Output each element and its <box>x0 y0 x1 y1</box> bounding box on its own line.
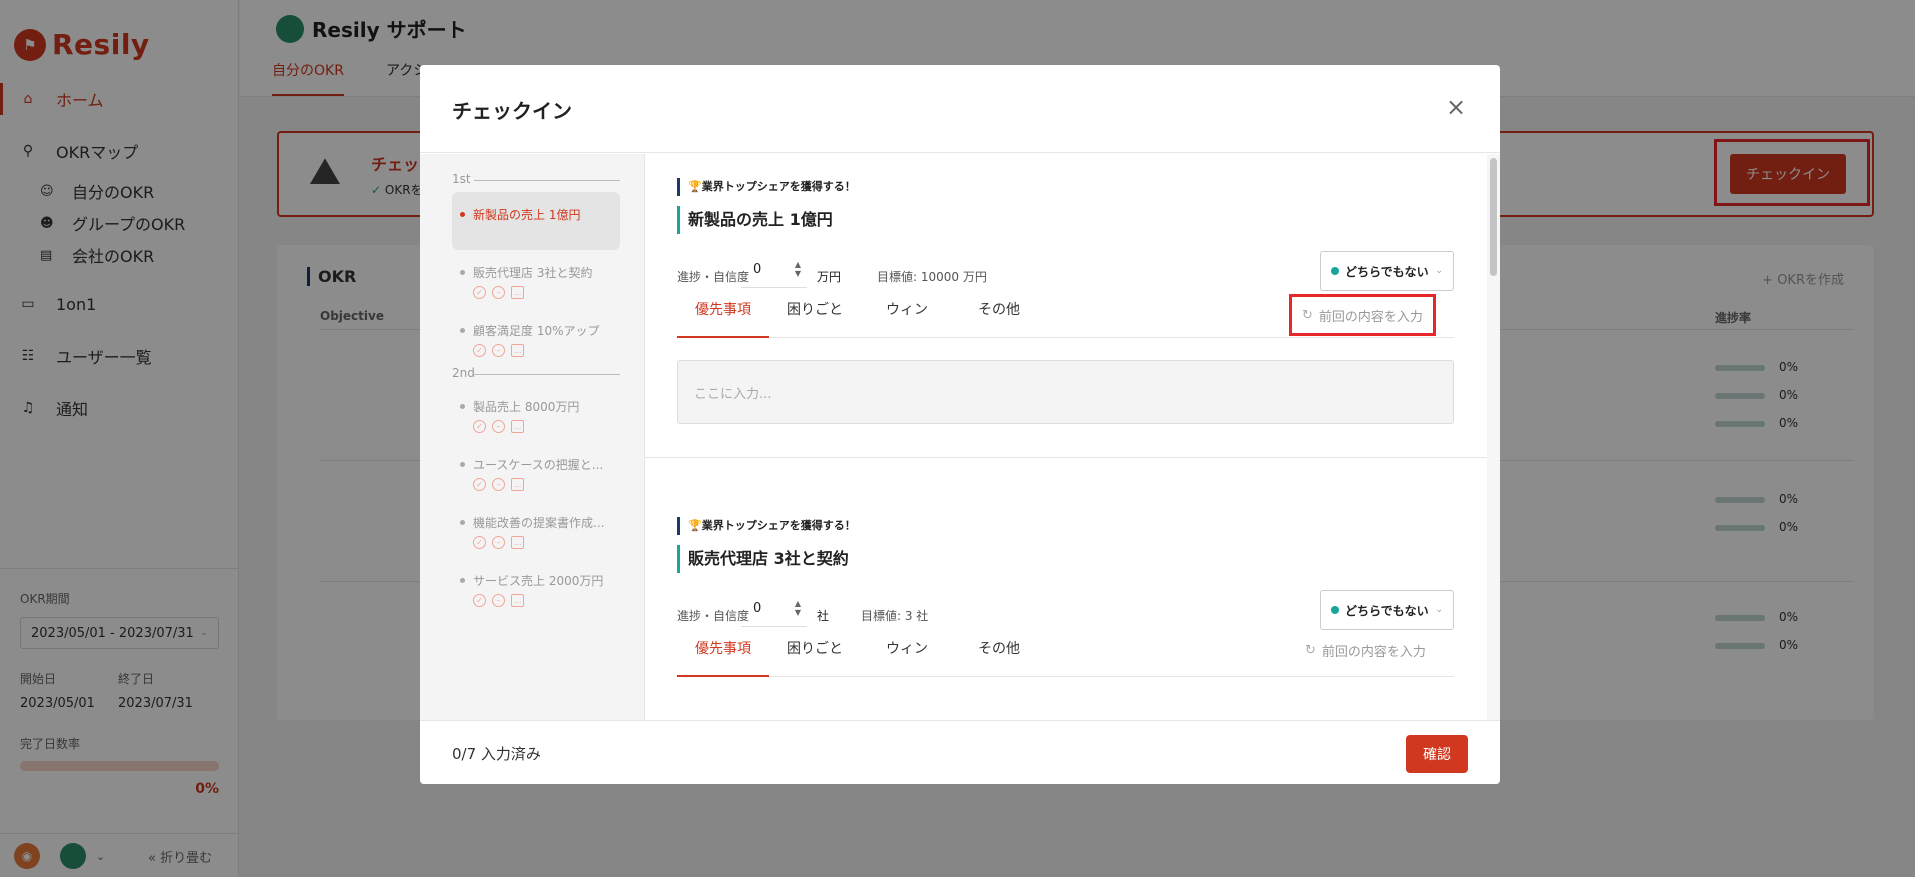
step-status-icons: ✓ –… <box>473 286 524 299</box>
step-label: 製品売上 8000万円 <box>473 400 580 414</box>
dot-icon <box>460 578 465 583</box>
check-icon: ✓ <box>473 286 486 299</box>
status-dot-icon <box>1331 267 1339 275</box>
step-group-label: 2nd <box>452 366 620 380</box>
kr-title: 販売代理店 3社と契約 <box>677 545 849 573</box>
comment-icon: … <box>511 420 524 433</box>
progress-unit: 社 <box>817 609 830 623</box>
comment-icon: … <box>511 536 524 549</box>
step-item[interactable]: サービス売上 2000万円 ✓ –… <box>452 558 620 616</box>
face-icon: – <box>492 286 505 299</box>
stepper-icon[interactable]: ▲ ▼ <box>795 599 801 617</box>
check-icon: ✓ <box>473 344 486 357</box>
step-status-icons: ✓ –… <box>473 420 524 433</box>
step-item[interactable]: 新製品の売上 1億円 <box>452 192 620 250</box>
scrollbar-thumb[interactable] <box>1490 158 1497 276</box>
confidence-value: どちらでもない <box>1345 264 1429 279</box>
check-icon: ✓ <box>473 536 486 549</box>
tab-problems[interactable]: 困りごと <box>769 296 861 338</box>
step-label: 機能改善の提案書作成... <box>473 516 605 530</box>
dot-icon <box>460 462 465 467</box>
chevron-down-icon: ⌄ <box>1435 605 1443 615</box>
dot-icon <box>460 404 465 409</box>
kr-parent-objective: 🏆業界トップシェアを獲得する！ <box>677 517 856 535</box>
status-dot-icon <box>1331 606 1339 614</box>
modal-footer: 0/7 入力済み 確認 <box>420 720 1500 784</box>
refresh-icon: ↻ <box>1302 307 1313 323</box>
face-icon: – <box>492 344 505 357</box>
kr-title: 新製品の売上 1億円 <box>677 206 833 234</box>
kr-comment-textarea[interactable]: ここに入力... <box>677 360 1454 424</box>
chevron-down-icon: ⌄ <box>1435 266 1443 276</box>
fill-previous-label: 前回の内容を入力 <box>1321 645 1426 660</box>
fill-previous-label: 前回の内容を入力 <box>1318 309 1423 325</box>
progress-label: 進捗・自信度 <box>677 609 750 623</box>
progress-value-input[interactable]: 0 ▲ ▼ <box>741 252 807 288</box>
kr-parent-objective: 🏆業界トップシェアを獲得する！ <box>677 178 856 196</box>
close-icon[interactable]: × <box>1444 95 1468 119</box>
step-item[interactable]: 機能改善の提案書作成... ✓ –… <box>452 500 620 558</box>
progress-label: 進捗・自信度 <box>677 270 750 284</box>
dot-icon <box>460 328 465 333</box>
target-value: 目標値: 3 社 <box>861 609 929 623</box>
step-label: 顧客満足度 10%アップ <box>473 324 600 338</box>
tab-wins[interactable]: ウィン <box>861 635 953 677</box>
progress-unit: 万円 <box>817 270 842 284</box>
checkin-content[interactable]: 🏆業界トップシェアを獲得する！ 新製品の売上 1億円 進捗・自信度 0 ▲ ▼ 万… <box>644 154 1487 720</box>
divider <box>645 457 1487 458</box>
tab-priority[interactable]: 優先事項 <box>677 635 769 677</box>
fill-previous-button[interactable]: ↻ 前回の内容を入力 <box>1305 641 1426 660</box>
face-icon: – <box>492 420 505 433</box>
kr-step-list: 1st 新製品の売上 1億円 販売代理店 3社と契約 ✓ –… 顧客満足度 10%… <box>420 154 644 720</box>
confidence-value: どちらでもない <box>1345 603 1429 618</box>
comment-icon: … <box>511 478 524 491</box>
content-scrollbar[interactable] <box>1487 154 1500 720</box>
tab-problems[interactable]: 困りごと <box>769 635 861 677</box>
step-item[interactable]: 顧客満足度 10%アップ ✓ –… <box>452 308 620 366</box>
step-item[interactable]: 販売代理店 3社と契約 ✓ –… <box>452 250 620 308</box>
tab-wins[interactable]: ウィン <box>861 296 953 338</box>
step-group-label: 1st <box>452 172 620 186</box>
comment-icon: … <box>511 286 524 299</box>
progress-value: 0 <box>753 601 762 616</box>
modal-header: チェックイン × <box>420 65 1500 153</box>
step-label: サービス売上 2000万円 <box>473 574 604 588</box>
step-label: ユースケースの把握と... <box>473 458 604 472</box>
step-item[interactable]: 製品売上 8000万円 ✓ –… <box>452 384 620 442</box>
input-progress-status: 0/7 入力済み <box>452 745 541 763</box>
step-item[interactable]: ユースケースの把握と... ✓ –… <box>452 442 620 500</box>
step-label: 新製品の売上 1億円 <box>473 208 581 222</box>
dot-icon <box>460 212 465 217</box>
fill-previous-button[interactable]: ↻ 前回の内容を入力 <box>1289 294 1436 336</box>
dot-icon <box>460 270 465 275</box>
tab-others[interactable]: その他 <box>953 296 1045 338</box>
confirm-button[interactable]: 確認 <box>1406 735 1468 773</box>
step-status-icons: ✓ –… <box>473 536 524 549</box>
face-icon: – <box>492 536 505 549</box>
check-icon: ✓ <box>473 594 486 607</box>
stepper-icon[interactable]: ▲ ▼ <box>795 260 801 278</box>
progress-value: 0 <box>753 262 762 277</box>
progress-value-input[interactable]: 0 ▲ ▼ <box>741 591 807 627</box>
check-icon: ✓ <box>473 420 486 433</box>
tab-others[interactable]: その他 <box>953 635 1045 677</box>
step-status-icons: ✓ –… <box>473 478 524 491</box>
refresh-icon: ↻ <box>1305 643 1316 658</box>
dot-icon <box>460 520 465 525</box>
confidence-select[interactable]: どちらでもない ⌄ <box>1320 590 1454 630</box>
modal-title: チェックイン <box>452 99 572 123</box>
checkin-modal: チェックイン × 1st 新製品の売上 1億円 販売代理店 3社と契約 ✓ –… … <box>420 65 1500 784</box>
target-value: 目標値: 10000 万円 <box>877 270 987 284</box>
comment-icon: … <box>511 594 524 607</box>
step-status-icons: ✓ –… <box>473 594 524 607</box>
check-icon: ✓ <box>473 478 486 491</box>
face-icon: – <box>492 594 505 607</box>
face-icon: – <box>492 478 505 491</box>
tab-priority[interactable]: 優先事項 <box>677 296 769 338</box>
comment-icon: … <box>511 344 524 357</box>
confidence-select[interactable]: どちらでもない ⌄ <box>1320 251 1454 291</box>
step-label: 販売代理店 3社と契約 <box>473 266 593 280</box>
step-status-icons: ✓ –… <box>473 344 524 357</box>
